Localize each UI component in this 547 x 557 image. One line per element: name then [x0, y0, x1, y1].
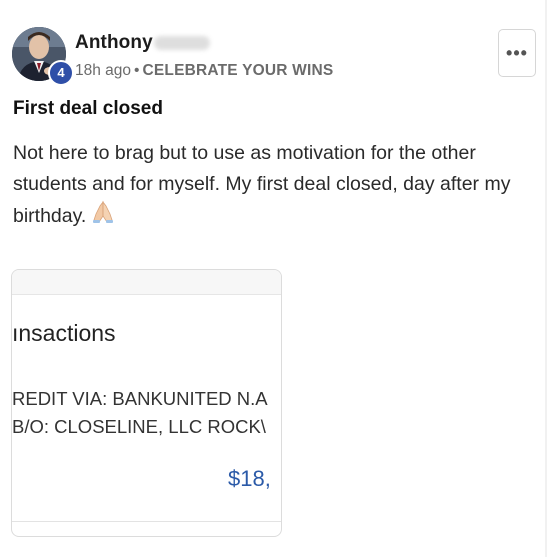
- attachment-divider: [12, 521, 281, 522]
- post-body-text: Not here to brag but to use as motivatio…: [13, 142, 511, 227]
- more-options-button[interactable]: •••: [498, 29, 536, 77]
- post-card: 4 Anthony 18h ago • CELEBRATE YOUR WINS ••…: [0, 0, 547, 557]
- attachment-credit-line: REDIT VIA: BANKUNITED N.A: [12, 388, 268, 409]
- attachment-bo-line: B/O: CLOSELINE, LLC ROCK\: [12, 416, 266, 437]
- author-name[interactable]: Anthony: [75, 32, 153, 54]
- post-meta: 18h ago • CELEBRATE YOUR WINS: [75, 62, 333, 80]
- folded-hands-icon: [90, 200, 116, 234]
- attachment-topbar: [12, 270, 281, 295]
- author-avatar[interactable]: 4: [12, 27, 74, 86]
- more-options-icon: •••: [506, 42, 528, 63]
- post-time[interactable]: 18h ago: [75, 62, 131, 79]
- redacted-surname: [154, 36, 210, 50]
- level-badge: 4: [48, 60, 74, 86]
- attachment-heading: ınsactions: [12, 320, 116, 346]
- post-category[interactable]: CELEBRATE YOUR WINS: [142, 62, 333, 79]
- post-title: First deal closed: [13, 98, 163, 119]
- attachment-image[interactable]: ınsactions REDIT VIA: BANKUNITED N.A B/O…: [11, 269, 282, 537]
- post-body: Not here to brag but to use as motivatio…: [13, 138, 533, 234]
- attachment-amount: $18,: [228, 466, 271, 491]
- meta-separator: •: [134, 62, 140, 79]
